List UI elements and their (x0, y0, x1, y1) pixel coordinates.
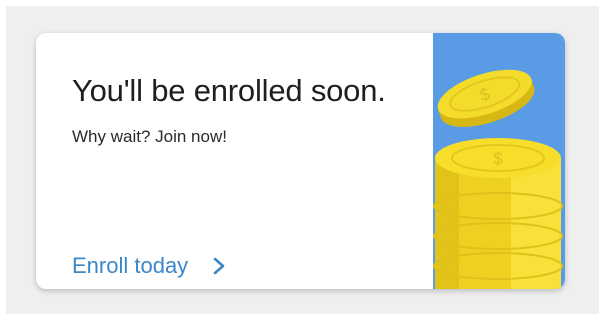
promo-text-block: You'll be enrolled soon. Why wait? Join … (72, 71, 402, 278)
svg-text:$: $ (493, 149, 503, 168)
promo-headline: You'll be enrolled soon. (72, 73, 386, 108)
enrollment-promo-card: You'll be enrolled soon. Why wait? Join … (36, 33, 565, 289)
enroll-today-label: Enroll today (72, 253, 189, 278)
enroll-today-link[interactable]: Enroll today (72, 253, 230, 279)
promo-subhead: Why wait? Join now! (72, 127, 227, 146)
coins-illustration: $ $ (433, 33, 565, 289)
gold-coins-icon: $ $ (433, 69, 563, 289)
chevron-right-icon (210, 253, 230, 279)
